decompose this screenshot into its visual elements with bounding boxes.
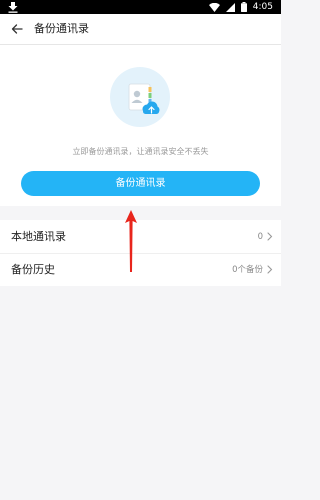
backup-contacts-button[interactable]: 备份通讯录 xyxy=(21,171,260,196)
backup-hero: 立即备份通讯录，让通讯录安全不丢失 备份通讯录 xyxy=(0,45,281,206)
local-contacts-count: 0 xyxy=(257,232,263,242)
status-time: 4:05 xyxy=(252,2,273,12)
backup-history-count: 0个备份 xyxy=(232,265,263,275)
status-bar: 4:05 xyxy=(0,0,281,14)
local-contacts-label: 本地通讯录 xyxy=(11,230,66,243)
backup-hint: 立即备份通讯录，让通讯录安全不丢失 xyxy=(72,147,209,156)
chevron-right-icon xyxy=(267,232,273,241)
status-right: 4:05 xyxy=(208,0,273,14)
settings-list: 本地通讯录 0 备份历史 0个备份 xyxy=(0,220,281,286)
download-icon xyxy=(8,2,18,13)
battery-icon xyxy=(240,2,247,12)
chevron-right-icon xyxy=(267,265,273,274)
back-arrow-icon[interactable] xyxy=(10,22,24,36)
annotation-arrow-icon xyxy=(125,210,137,272)
page-title: 备份通讯录 xyxy=(34,22,89,35)
contacts-backup-illustration-icon xyxy=(110,67,170,127)
app-bar: 备份通讯录 xyxy=(0,14,281,45)
backup-history-label: 备份历史 xyxy=(11,263,55,276)
wifi-icon xyxy=(208,2,220,12)
list-item-backup-history[interactable]: 备份历史 0个备份 xyxy=(0,253,281,286)
list-item-local-contacts[interactable]: 本地通讯录 0 xyxy=(0,220,281,254)
signal-icon xyxy=(225,2,235,12)
